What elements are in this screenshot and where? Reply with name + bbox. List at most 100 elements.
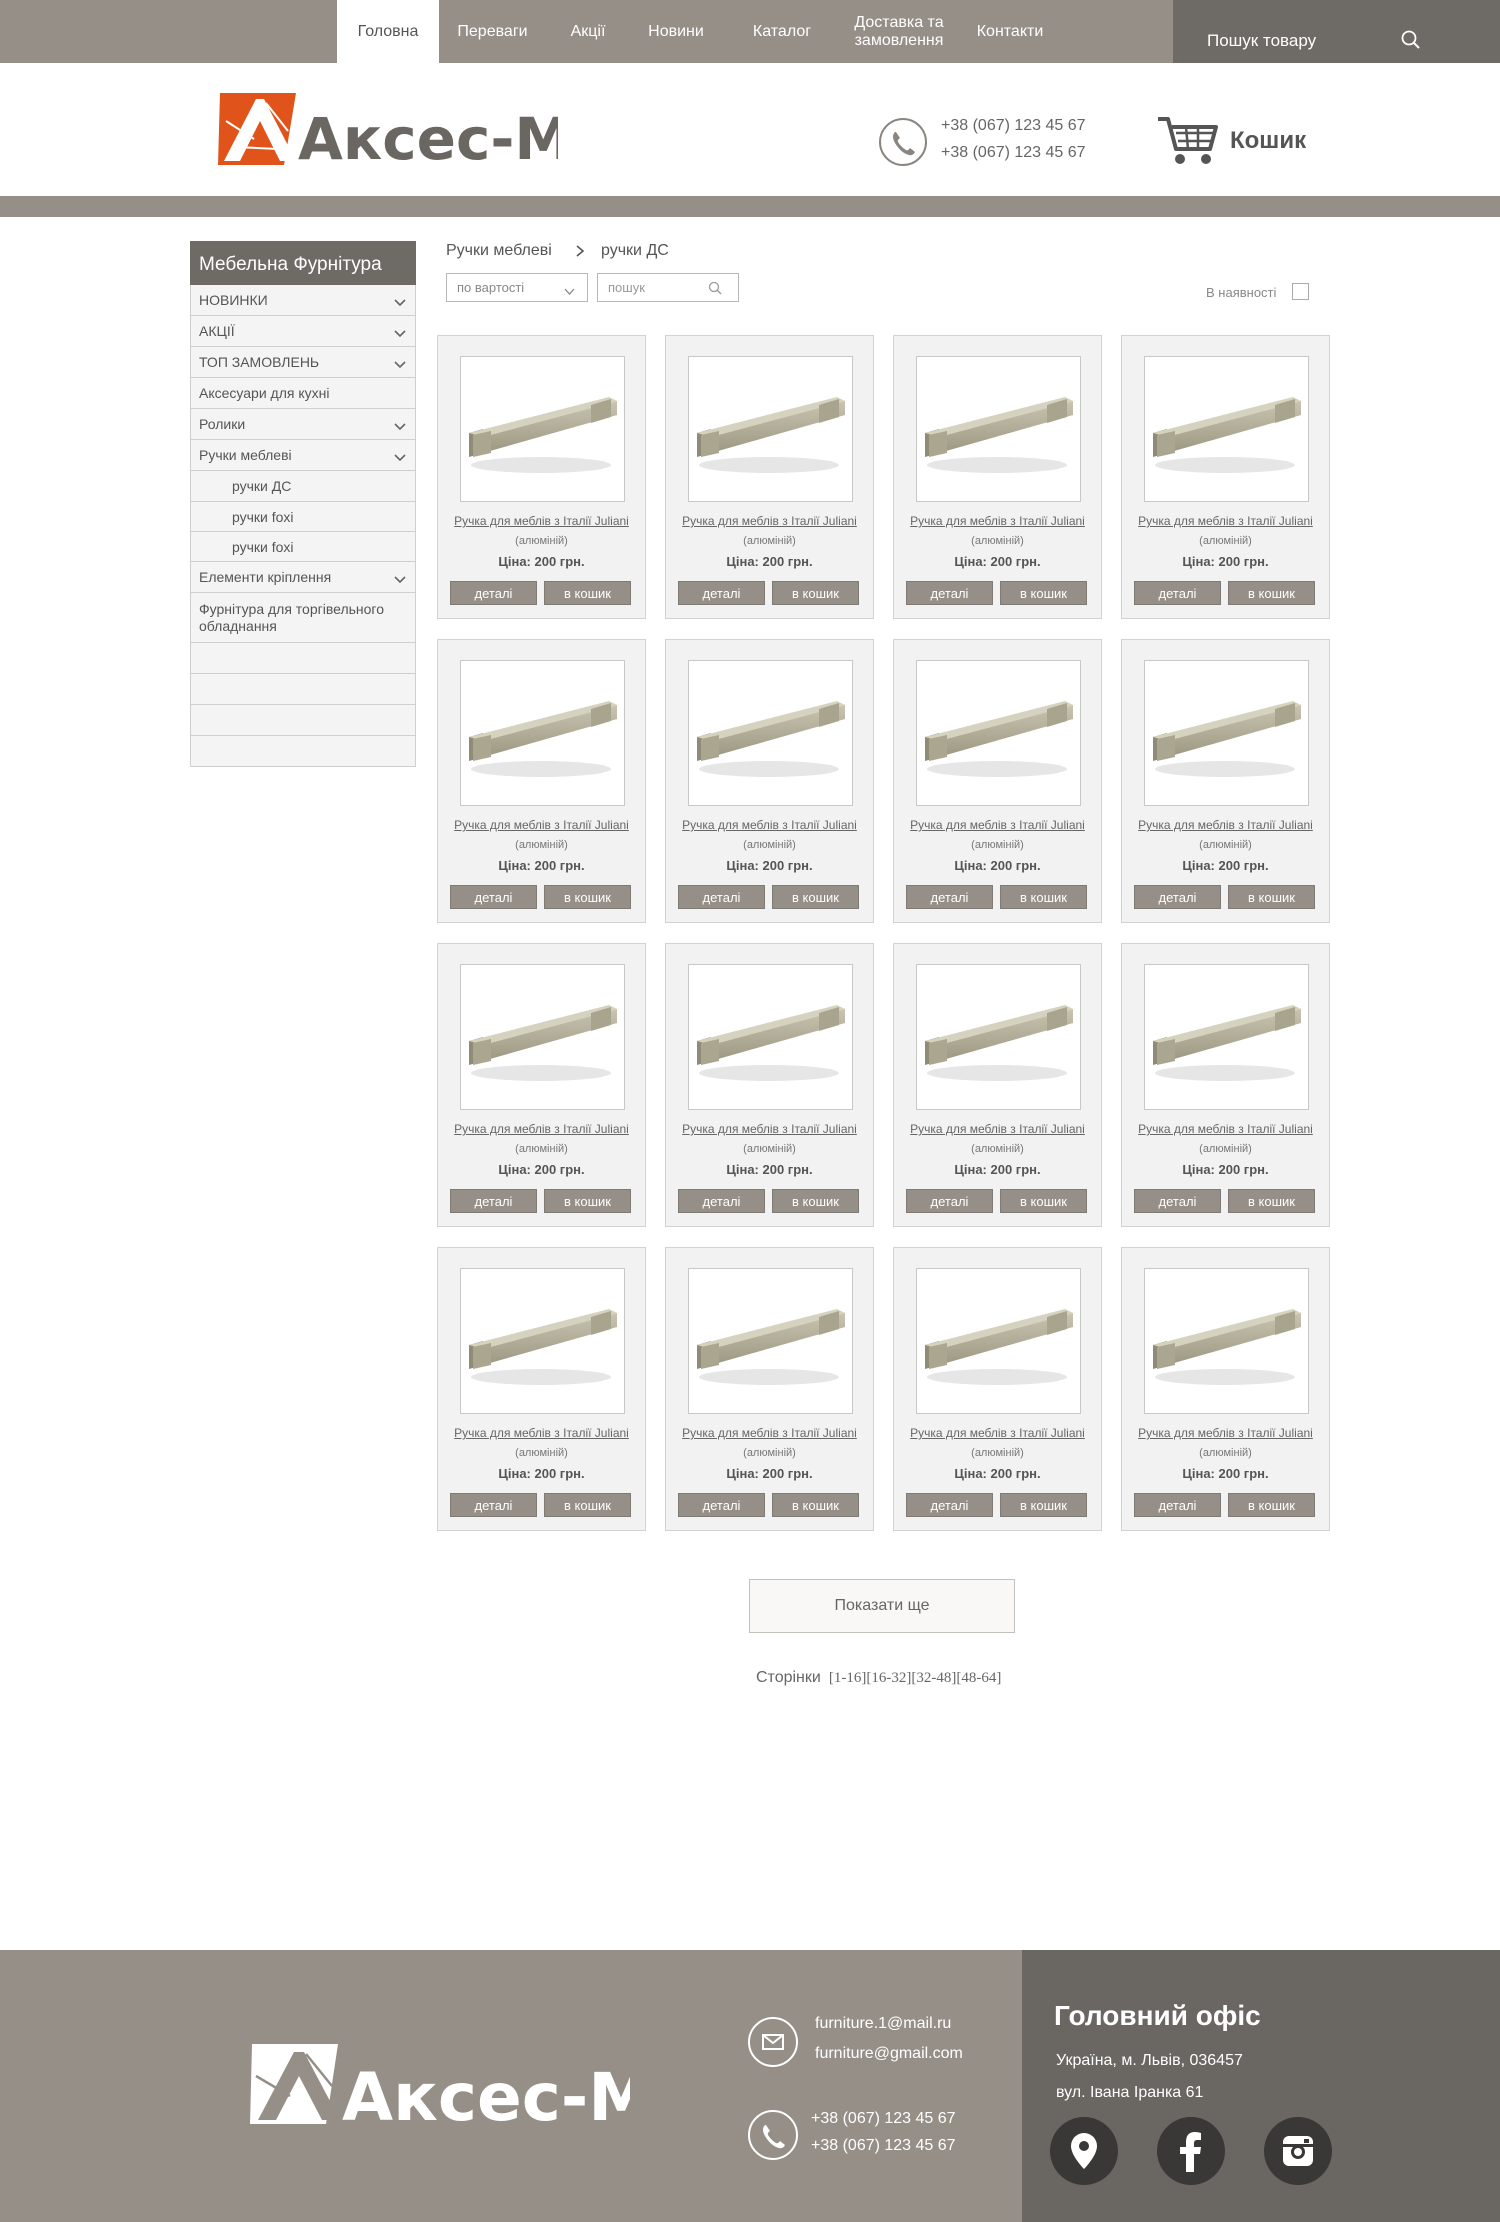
cart-button[interactable]: Кошик: [1156, 113, 1316, 169]
sidebar-item-empty[interactable]: [190, 705, 416, 736]
product-name-link[interactable]: Ручка для меблів з Італії Juliani: [666, 1122, 873, 1136]
facebook-icon[interactable]: [1157, 2117, 1225, 2185]
footer-phone-2[interactable]: +38 (067) 123 45 67: [811, 2137, 956, 2155]
add-to-cart-button[interactable]: в кошик: [1228, 885, 1315, 909]
add-to-cart-button[interactable]: в кошик: [1228, 1189, 1315, 1213]
instagram-icon[interactable]: [1264, 2117, 1332, 2185]
product-name-link[interactable]: Ручка для меблів з Італії Juliani: [894, 818, 1101, 832]
footer-email-2[interactable]: furniture@gmail.com: [815, 2045, 963, 2063]
product-image[interactable]: [460, 660, 625, 806]
product-image[interactable]: [916, 1268, 1081, 1414]
details-button[interactable]: деталі: [1134, 1189, 1221, 1213]
nav-item-contacts[interactable]: Контакти: [956, 0, 1064, 63]
product-name-link[interactable]: Ручка для меблів з Італії Juliani: [438, 1122, 645, 1136]
show-more-button[interactable]: Показати ще: [749, 1579, 1015, 1633]
details-button[interactable]: деталі: [678, 581, 765, 605]
chevron-down-icon[interactable]: [393, 326, 407, 338]
footer-phone-1[interactable]: +38 (067) 123 45 67: [811, 2110, 956, 2128]
page-link[interactable]: [1-16]: [829, 1670, 867, 1686]
add-to-cart-button[interactable]: в кошик: [1000, 581, 1087, 605]
product-image[interactable]: [1144, 964, 1309, 1110]
chevron-down-icon[interactable]: [393, 419, 407, 431]
sidebar-item[interactable]: Ручки меблеві: [190, 440, 416, 471]
add-to-cart-button[interactable]: в кошик: [772, 1493, 859, 1517]
product-image[interactable]: [916, 964, 1081, 1110]
add-to-cart-button[interactable]: в кошик: [544, 885, 631, 909]
sidebar-item[interactable]: НОВИНКИ: [190, 285, 416, 316]
product-image[interactable]: [916, 356, 1081, 502]
in-stock-checkbox[interactable]: [1292, 283, 1309, 300]
product-name-link[interactable]: Ручка для меблів з Італії Juliani: [438, 1426, 645, 1440]
search-icon[interactable]: [1393, 22, 1429, 58]
product-image[interactable]: [1144, 660, 1309, 806]
add-to-cart-button[interactable]: в кошик: [1000, 885, 1087, 909]
product-search[interactable]: Пошук товару: [1173, 0, 1500, 63]
product-image[interactable]: [460, 356, 625, 502]
product-image[interactable]: [688, 660, 853, 806]
sidebar-item[interactable]: ручки foxi: [190, 532, 416, 562]
nav-item-news[interactable]: Новини: [630, 0, 722, 63]
add-to-cart-button[interactable]: в кошик: [544, 581, 631, 605]
sidebar-item-empty[interactable]: [190, 736, 416, 767]
add-to-cart-button[interactable]: в кошик: [1228, 1493, 1315, 1517]
product-name-link[interactable]: Ручка для меблів з Італії Juliani: [894, 514, 1101, 528]
sidebar-item[interactable]: Елементи кріплення: [190, 562, 416, 593]
add-to-cart-button[interactable]: в кошик: [772, 1189, 859, 1213]
page-link[interactable]: [48-64]: [956, 1670, 1001, 1686]
chevron-down-icon[interactable]: [393, 357, 407, 369]
product-name-link[interactable]: Ручка для меблів з Італії Juliani: [1122, 1426, 1329, 1440]
details-button[interactable]: деталі: [1134, 885, 1221, 909]
product-name-link[interactable]: Ручка для меблів з Італії Juliani: [666, 1426, 873, 1440]
sidebar-item[interactable]: ручки ДС: [190, 471, 416, 502]
search-label[interactable]: Пошук товару: [1207, 31, 1316, 51]
add-to-cart-button[interactable]: в кошик: [1228, 581, 1315, 605]
details-button[interactable]: деталі: [1134, 1493, 1221, 1517]
details-button[interactable]: деталі: [906, 581, 993, 605]
add-to-cart-button[interactable]: в кошик: [772, 885, 859, 909]
product-image[interactable]: [460, 1268, 625, 1414]
cart-label[interactable]: Кошик: [1230, 127, 1306, 155]
page-link[interactable]: [32-48]: [911, 1670, 956, 1686]
sidebar-item[interactable]: АКЦІЇ: [190, 316, 416, 347]
header-phone-1[interactable]: +38 (067) 123 45 67: [941, 117, 1086, 135]
nav-item-delivery[interactable]: Доставка та замовлення: [842, 0, 956, 63]
sidebar-item[interactable]: Аксесуари для кухні: [190, 378, 416, 409]
details-button[interactable]: деталі: [450, 581, 537, 605]
add-to-cart-button[interactable]: в кошик: [544, 1189, 631, 1213]
add-to-cart-button[interactable]: в кошик: [1000, 1189, 1087, 1213]
product-image[interactable]: [1144, 1268, 1309, 1414]
footer-logo[interactable]: Акcес-М: [250, 2040, 654, 2136]
product-image[interactable]: [460, 964, 625, 1110]
product-name-link[interactable]: Ручка для меблів з Італії Juliani: [894, 1122, 1101, 1136]
nav-item-advantages[interactable]: Переваги: [439, 0, 546, 63]
product-name-link[interactable]: Ручка для меблів з Італії Juliani: [894, 1426, 1101, 1440]
product-name-link[interactable]: Ручка для меблів з Італії Juliani: [438, 514, 645, 528]
product-image[interactable]: [1144, 356, 1309, 502]
nav-item-catalog[interactable]: Каталог: [722, 0, 842, 63]
chevron-down-icon[interactable]: [393, 450, 407, 462]
sidebar-item[interactable]: Фурнітура для торгівельного обладнання: [190, 593, 416, 643]
map-pin-icon[interactable]: [1050, 2117, 1118, 2185]
sidebar-item[interactable]: ручки foxi: [190, 502, 416, 532]
details-button[interactable]: деталі: [906, 1493, 993, 1517]
breadcrumb-parent[interactable]: Ручки меблеві: [446, 242, 552, 260]
product-image[interactable]: [688, 1268, 853, 1414]
chevron-down-icon[interactable]: [393, 572, 407, 584]
search-icon[interactable]: [707, 280, 723, 296]
footer-email-1[interactable]: furniture.1@mail.ru: [815, 2015, 951, 2033]
nav-item-promotions[interactable]: Акції: [546, 0, 630, 63]
sidebar-item-empty[interactable]: [190, 643, 416, 674]
sidebar-item-empty[interactable]: [190, 674, 416, 705]
details-button[interactable]: деталі: [450, 1189, 537, 1213]
chevron-down-icon[interactable]: [393, 295, 407, 307]
details-button[interactable]: деталі: [450, 1493, 537, 1517]
product-image[interactable]: [688, 964, 853, 1110]
details-button[interactable]: деталі: [450, 885, 537, 909]
nav-item-home[interactable]: Головна: [337, 0, 439, 63]
product-name-link[interactable]: Ручка для меблів з Італії Juliani: [666, 514, 873, 528]
product-name-link[interactable]: Ручка для меблів з Італії Juliani: [1122, 818, 1329, 832]
product-image[interactable]: [688, 356, 853, 502]
details-button[interactable]: деталі: [906, 885, 993, 909]
details-button[interactable]: деталі: [678, 885, 765, 909]
details-button[interactable]: деталі: [678, 1493, 765, 1517]
